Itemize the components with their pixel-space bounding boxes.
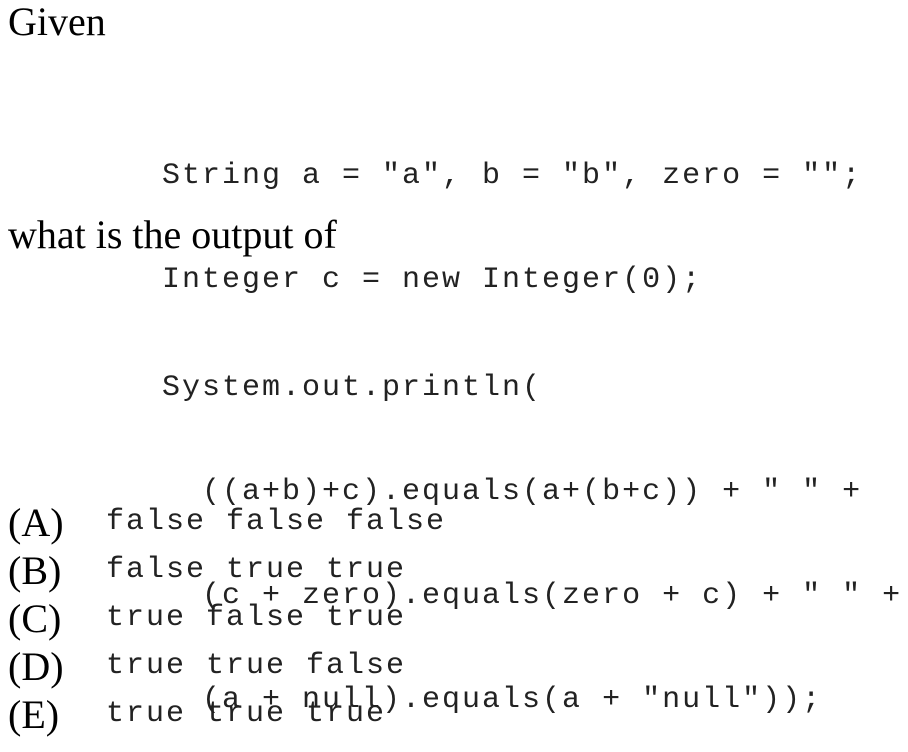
option-c[interactable]: (C) true false true <box>8 594 446 642</box>
option-text: true false true <box>106 601 407 635</box>
question-text: what is the output of <box>8 212 337 257</box>
option-letter: (C) <box>8 595 62 641</box>
code-line: System.out.println( <box>162 371 543 405</box>
option-letter: (E) <box>8 691 60 737</box>
option-text: false false false <box>106 505 447 539</box>
option-d[interactable]: (D) true true false <box>8 642 446 690</box>
option-text: true true true <box>106 697 387 731</box>
intro-text: Given <box>8 0 106 44</box>
answer-options: (A) false false false (B) false true tru… <box>8 498 446 738</box>
option-text: true true false <box>106 649 407 683</box>
option-e[interactable]: (E) true true true <box>8 690 446 738</box>
option-text: false true true <box>106 553 407 587</box>
code-line: String a = "a", b = "b", zero = ""; <box>162 159 863 193</box>
declaration-code-block: String a = "a", b = "b", zero = ""; Inte… <box>162 90 862 332</box>
code-line: Integer c = new Integer(0); <box>162 263 703 297</box>
option-letter: (D) <box>8 643 64 689</box>
option-a[interactable]: (A) false false false <box>8 498 446 546</box>
option-letter: (A) <box>8 499 64 545</box>
option-b[interactable]: (B) false true true <box>8 546 446 594</box>
option-letter: (B) <box>8 547 62 593</box>
